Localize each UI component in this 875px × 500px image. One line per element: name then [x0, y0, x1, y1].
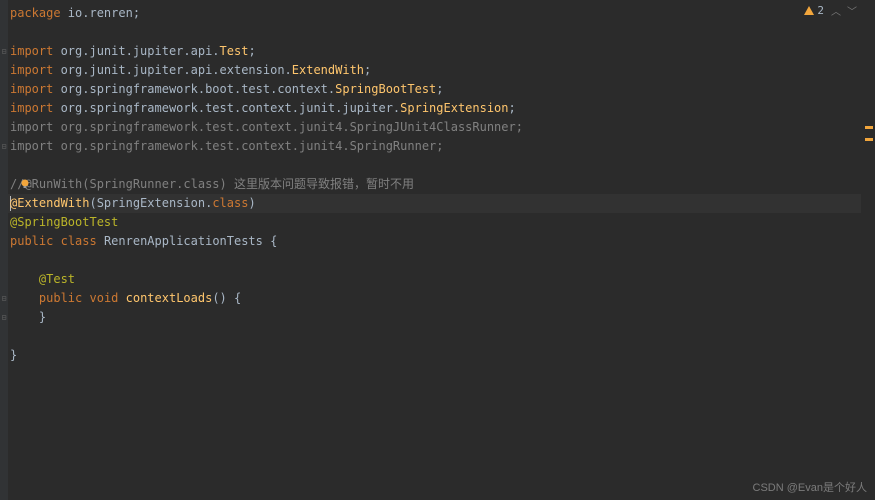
semicolon: ;	[248, 44, 255, 58]
code-line[interactable]: package io.renren;	[8, 4, 861, 23]
annotation: @Test	[39, 272, 75, 286]
package-name: io.renren	[61, 6, 133, 20]
fold-indicator-icon[interactable]: ⊟	[0, 308, 8, 327]
code-line[interactable]: ⊟import org.springframework.test.context…	[8, 137, 861, 156]
import-pkg: org.springframework.test.context.junit.j…	[53, 101, 400, 115]
import-pkg: org.junit.jupiter.api.extension.	[53, 63, 291, 77]
nav-down-icon[interactable]: ﹀	[847, 3, 857, 18]
code-line[interactable]: public class RenrenApplicationTests {	[8, 232, 861, 251]
keyword: public	[10, 234, 53, 248]
keyword: import	[10, 63, 53, 77]
editor-gutter	[0, 0, 8, 500]
import-class: SpringBootTest	[335, 82, 436, 96]
code-line[interactable]: ⊟import org.junit.jupiter.api.Test;	[8, 42, 861, 61]
code-line[interactable]: ⊟ public void contextLoads() {	[8, 289, 861, 308]
annotation-arg: (SpringExtension.	[89, 196, 212, 210]
keyword: import	[10, 82, 53, 96]
code-line[interactable]: @Test	[8, 270, 861, 289]
keyword: class	[61, 234, 97, 248]
warning-stripe[interactable]	[865, 126, 873, 129]
class-name: RenrenApplicationTests	[97, 234, 270, 248]
import-class: ExtendWith	[292, 63, 364, 77]
keyword: package	[10, 6, 61, 20]
keyword: class	[212, 196, 248, 210]
keyword: import	[10, 101, 53, 115]
brace: }	[10, 348, 17, 362]
method-sig: () {	[212, 291, 241, 305]
empty-line[interactable]	[8, 156, 861, 175]
import-class: Test	[220, 44, 249, 58]
method-name: contextLoads	[118, 291, 212, 305]
fold-indicator-icon[interactable]: ⊟	[0, 289, 8, 308]
keyword: void	[90, 291, 119, 305]
fold-indicator-icon[interactable]: ⊟	[0, 42, 8, 61]
unused-import: import org.springframework.test.context.…	[10, 139, 444, 153]
empty-line[interactable]	[8, 327, 861, 346]
warning-triangle-icon	[804, 6, 814, 15]
empty-line[interactable]	[8, 23, 861, 42]
annotation: @SpringBootTest	[10, 215, 118, 229]
comment: //@RunWith(SpringRunner.class) 这里版本问题导致报…	[10, 177, 414, 191]
fold-indicator-icon[interactable]: ⊟	[0, 137, 8, 156]
code-editor[interactable]: package io.renren; ⊟import org.junit.jup…	[8, 0, 861, 500]
brace: {	[270, 234, 277, 248]
code-line[interactable]: import org.springframework.test.context.…	[8, 118, 861, 137]
unused-import: import org.springframework.test.context.…	[10, 120, 523, 134]
warning-stripe[interactable]	[865, 138, 873, 141]
keyword: import	[10, 44, 53, 58]
code-line[interactable]: import org.springframework.test.context.…	[8, 99, 861, 118]
semicolon: ;	[133, 6, 140, 20]
watermark: CSDN @Evan是个好人	[753, 479, 867, 495]
inspection-badge[interactable]: 2 ︿ ﹀	[804, 3, 857, 18]
nav-up-icon[interactable]: ︿	[831, 3, 841, 18]
code-line-current[interactable]: @ExtendWith(SpringExtension.class)	[8, 194, 861, 213]
import-pkg: org.junit.jupiter.api.	[53, 44, 219, 58]
annotation-arg: )	[248, 196, 255, 210]
code-line[interactable]: ⊟ }	[8, 308, 861, 327]
empty-line[interactable]	[8, 251, 861, 270]
import-class: SpringExtension	[400, 101, 508, 115]
semicolon: ;	[436, 82, 443, 96]
code-line[interactable]: }	[8, 346, 861, 365]
warning-count: 2	[817, 4, 824, 17]
semicolon: ;	[509, 101, 516, 115]
code-line[interactable]: //@RunWith(SpringRunner.class) 这里版本问题导致报…	[8, 175, 861, 194]
scrollbar[interactable]	[861, 0, 875, 500]
annotation: @ExtendWith	[10, 196, 89, 210]
intention-bulb-icon[interactable]	[20, 179, 30, 189]
keyword: public	[39, 291, 82, 305]
code-line[interactable]: @SpringBootTest	[8, 213, 861, 232]
import-pkg: org.springframework.boot.test.context.	[53, 82, 335, 96]
code-line[interactable]: import org.junit.jupiter.api.extension.E…	[8, 61, 861, 80]
semicolon: ;	[364, 63, 371, 77]
code-line[interactable]: import org.springframework.boot.test.con…	[8, 80, 861, 99]
nav-arrows[interactable]: ︿ ﹀	[831, 3, 857, 18]
brace: }	[39, 310, 46, 324]
